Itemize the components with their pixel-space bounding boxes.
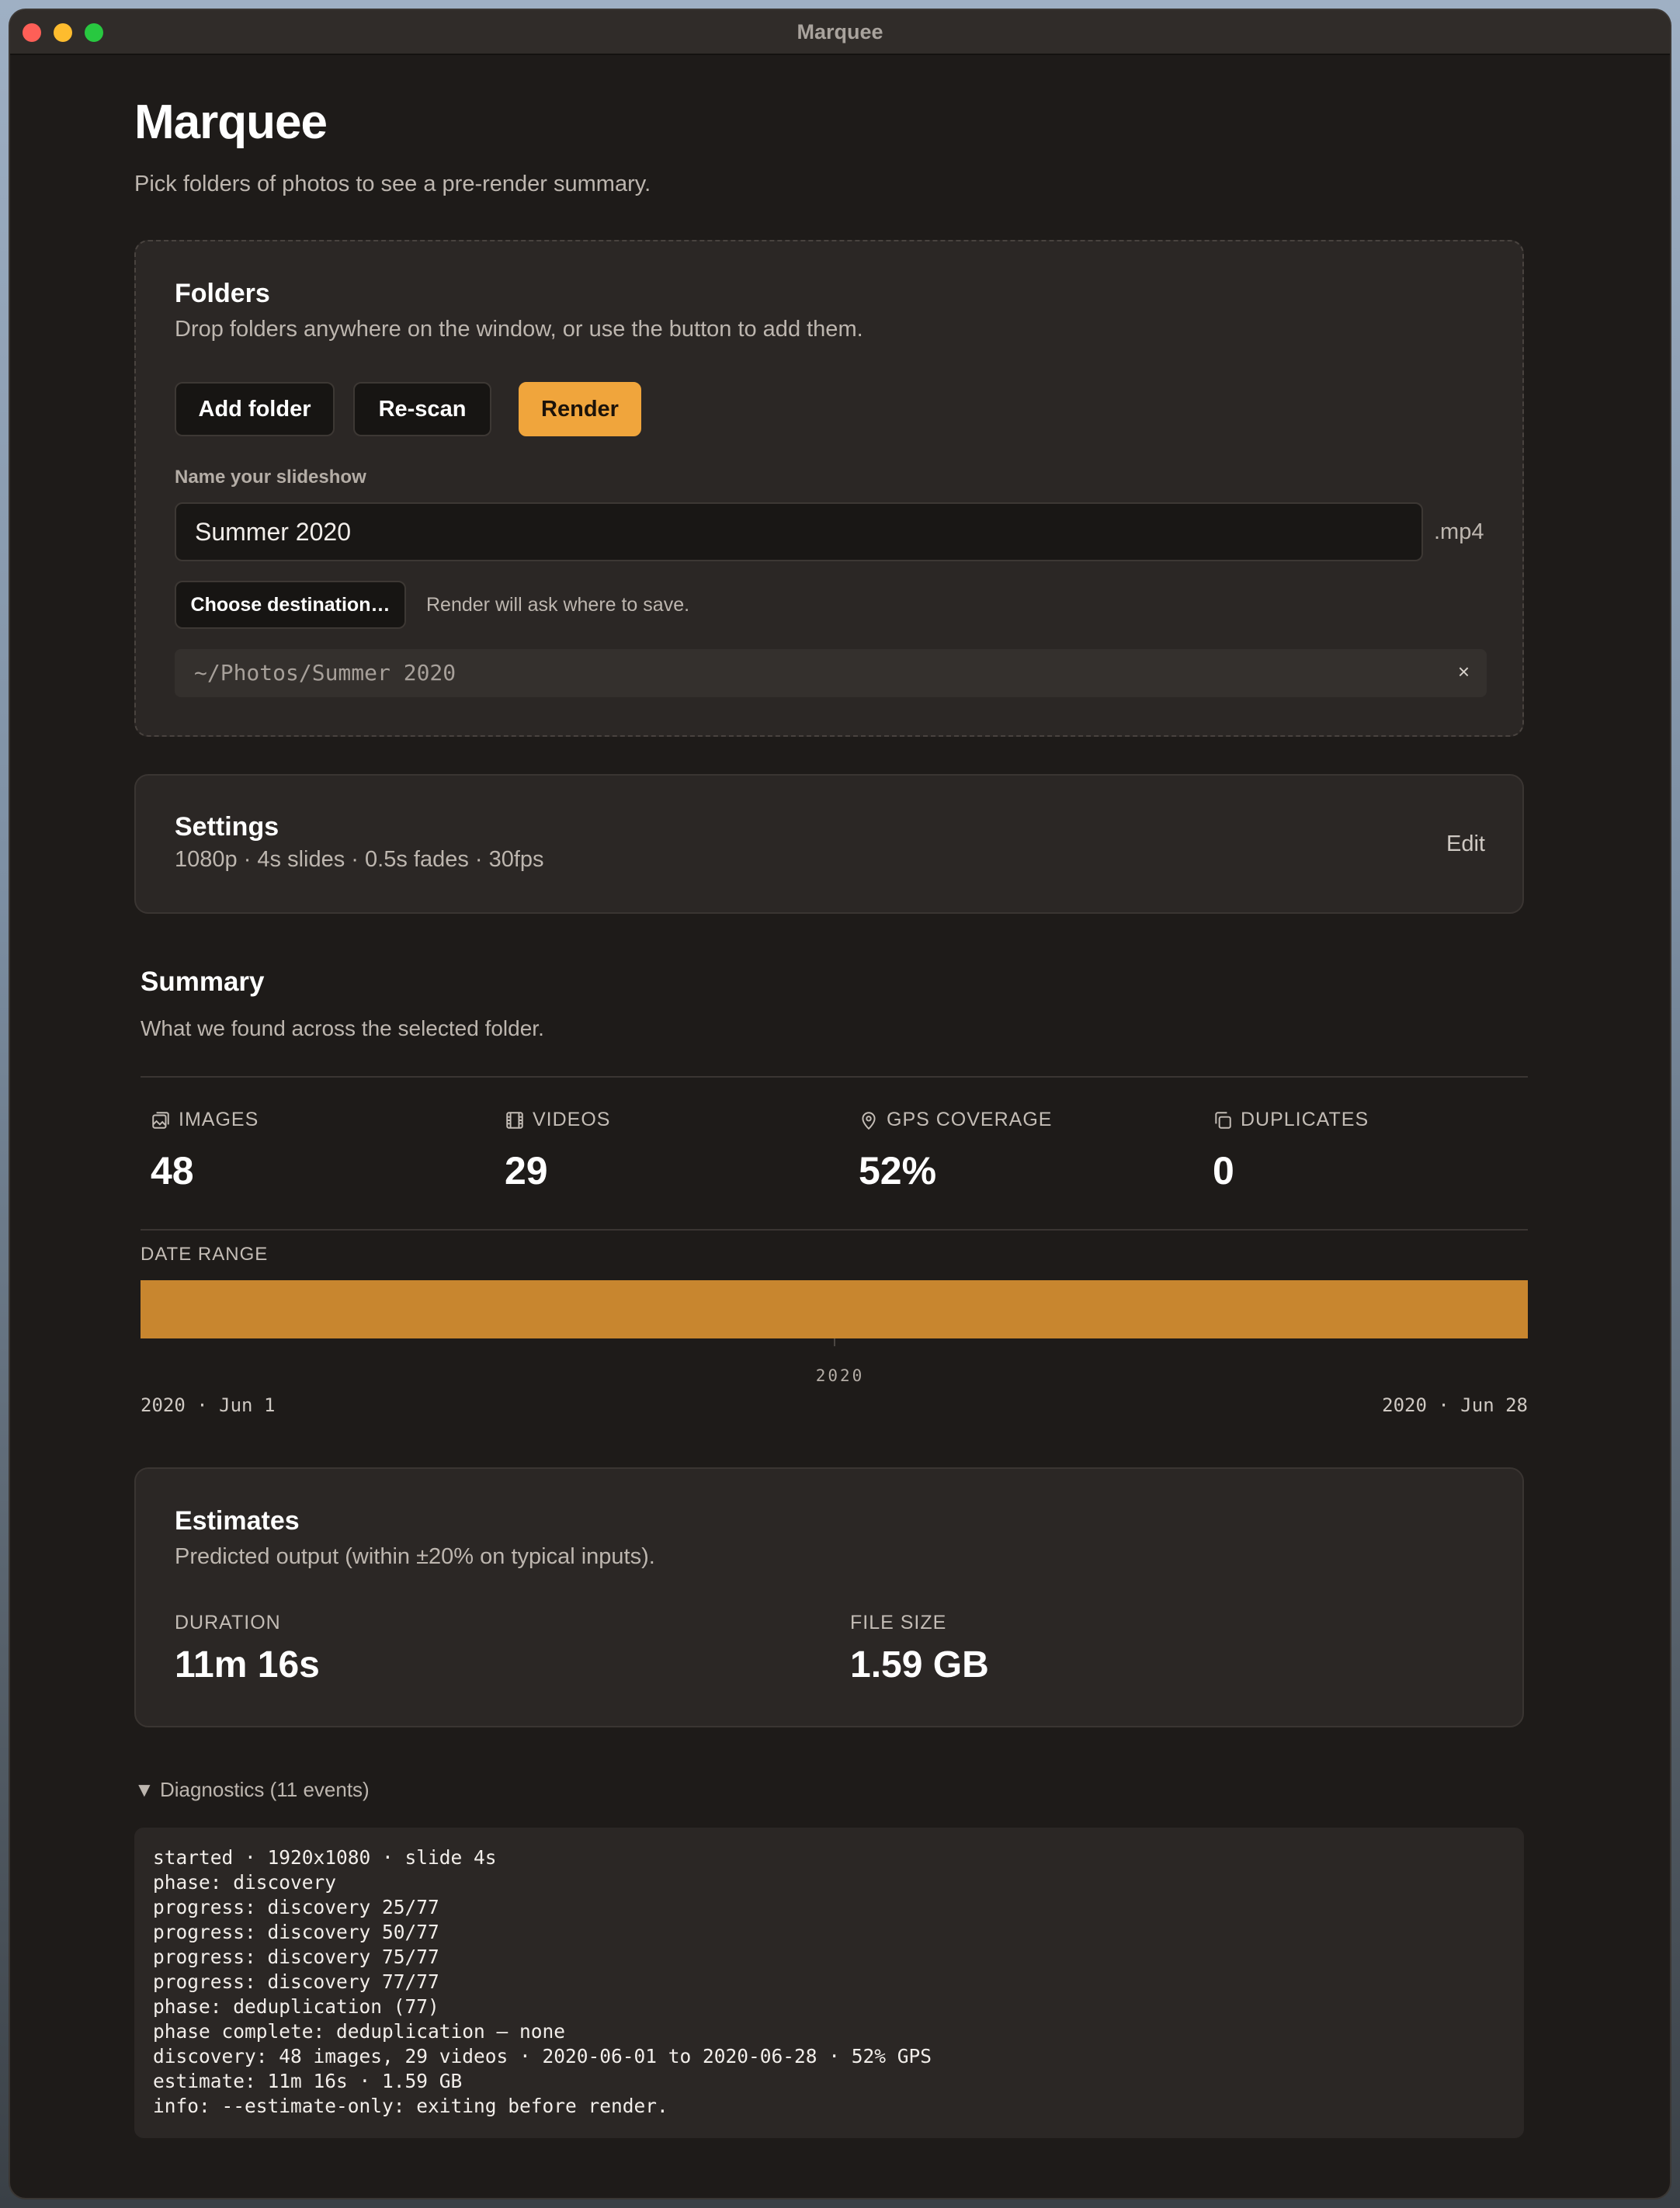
destination-note: Render will ask where to save.: [426, 594, 690, 616]
log-line: progress: discovery 25/77: [153, 1896, 439, 1918]
duration-label: DURATION: [175, 1612, 281, 1633]
duration-value: 11m 16s: [175, 1644, 320, 1686]
log-line: phase complete: deduplication — none: [153, 2020, 566, 2043]
log-line: progress: discovery 50/77: [153, 1921, 439, 1943]
folder-path: ~/Photos/Summer 2020: [194, 660, 456, 686]
date-range-end: 2020 · Jun 28: [1382, 1394, 1528, 1416]
stat-label: DUPLICATES: [1241, 1109, 1369, 1130]
film-icon: [506, 1111, 523, 1129]
file-extension: .mp4: [1434, 519, 1484, 544]
stat-images: IMAGES 48: [151, 1109, 461, 1193]
edit-settings-button[interactable]: Edit: [1446, 831, 1485, 857]
page-subtitle: Pick folders of photos to see a pre-rend…: [134, 172, 651, 196]
divider: [141, 1076, 1528, 1078]
folders-title: Folders: [175, 279, 270, 308]
date-range-start: 2020 · Jun 1: [141, 1394, 276, 1416]
images-icon: [152, 1111, 169, 1129]
folders-subtitle: Drop folders anywhere on the window, or …: [175, 317, 863, 342]
rescan-button[interactable]: Re-scan: [353, 382, 491, 436]
date-range-tick: [834, 1338, 835, 1346]
map-pin-icon: [862, 1111, 876, 1130]
choose-destination-button[interactable]: Choose destination…: [175, 581, 406, 629]
stat-value: 48: [151, 1149, 194, 1193]
log-line: estimate: 11m 16s · 1.59 GB: [153, 2070, 463, 2092]
stat-label: IMAGES: [179, 1109, 259, 1130]
summary-title: Summary: [141, 967, 265, 997]
log-line: started · 1920x1080 · slide 4s: [153, 1846, 497, 1869]
date-range-label: DATE RANGE: [141, 1244, 269, 1265]
date-range-bar: [141, 1280, 1528, 1338]
log-line: info: --estimate-only: exiting before re…: [153, 2095, 668, 2117]
date-range-year: 2020: [815, 1366, 865, 1385]
diagnostics-toggle[interactable]: ▼ Diagnostics (11 events): [134, 1778, 370, 1802]
log-line: phase: discovery: [153, 1871, 337, 1894]
estimates-card: Estimates Predicted output (within ±20% …: [134, 1467, 1524, 1727]
settings-title: Settings: [175, 812, 279, 842]
log-line: progress: discovery 77/77: [153, 1970, 439, 1993]
summary-subtitle: What we found across the selected folder…: [141, 1016, 544, 1040]
estimates-subtitle: Predicted output (within ±20% on typical…: [175, 1544, 655, 1569]
stat-label: VIDEOS: [533, 1109, 611, 1130]
folders-drop-zone[interactable]: Folders Drop folders anywhere on the win…: [134, 240, 1524, 737]
stat-gps-coverage: GPS COVERAGE 52%: [859, 1109, 1169, 1193]
slideshow-name-label: Name your slideshow: [175, 467, 366, 488]
remove-folder-icon[interactable]: ×: [1458, 660, 1470, 684]
log-line: phase: deduplication (77): [153, 1995, 439, 2018]
settings-card: Settings 1080p · 4s slides · 0.5s fades …: [134, 774, 1524, 914]
render-button[interactable]: Render: [519, 382, 641, 436]
page-title: Marquee: [134, 95, 328, 149]
add-folder-button[interactable]: Add folder: [175, 382, 335, 436]
main-content: Marquee Pick folders of photos to see a …: [0, 0, 1680, 2208]
log-line: progress: discovery 75/77: [153, 1946, 439, 1968]
stat-value: 0: [1213, 1149, 1234, 1193]
estimates-title: Estimates: [175, 1506, 300, 1536]
settings-summary: 1080p · 4s slides · 0.5s fades · 30fps: [175, 847, 544, 872]
stat-value: 52%: [859, 1149, 937, 1193]
stat-videos: VIDEOS 29: [505, 1109, 815, 1193]
stat-value: 29: [505, 1149, 548, 1193]
folder-list-item: ~/Photos/Summer 2020 ×: [175, 649, 1487, 697]
stat-duplicates: DUPLICATES 0: [1213, 1109, 1523, 1193]
diagnostics-log: started · 1920x1080 · slide 4s phase: di…: [134, 1828, 1524, 2138]
divider: [141, 1229, 1528, 1231]
copy-icon: [1215, 1111, 1231, 1129]
file-size-value: 1.59 GB: [850, 1644, 989, 1686]
slideshow-name-input[interactable]: [175, 502, 1423, 561]
file-size-label: FILE SIZE: [850, 1612, 947, 1633]
log-line: discovery: 48 images, 29 videos · 2020-0…: [153, 2045, 932, 2067]
stat-label: GPS COVERAGE: [887, 1109, 1053, 1130]
